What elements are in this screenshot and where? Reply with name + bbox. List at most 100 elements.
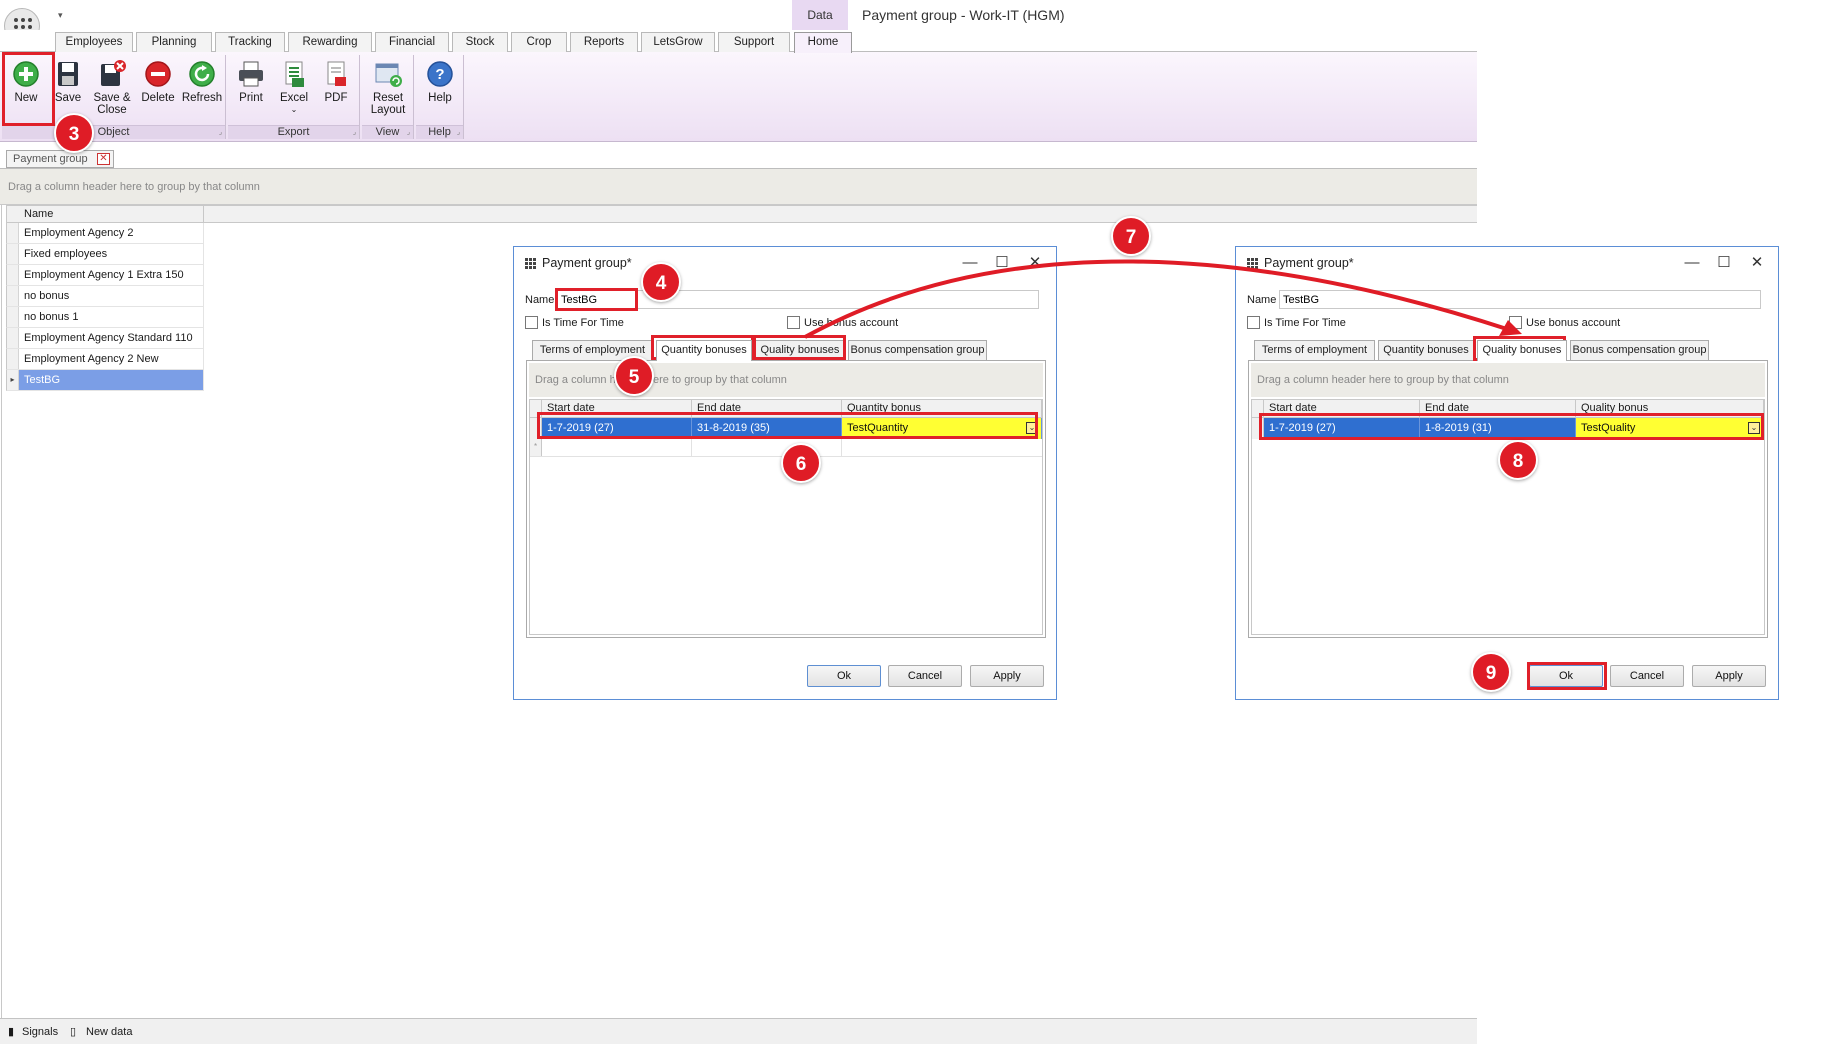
tab-reports[interactable]: Reports (570, 32, 638, 52)
highlight-new-button (2, 52, 55, 126)
tab-home[interactable]: Home (794, 32, 852, 53)
delete-icon (143, 59, 173, 89)
tab-quantity-bonuses[interactable]: Quantity bonuses (1378, 340, 1474, 360)
highlight-quantity-row (537, 412, 1038, 439)
name-label: Name (1247, 294, 1277, 306)
tab-letsgrow[interactable]: LetsGrow (641, 32, 715, 52)
tab-rewarding[interactable]: Rewarding (288, 32, 372, 52)
dialog-title: Payment group* (542, 256, 632, 270)
tab-quality-bonuses[interactable]: Quality bonuses (1477, 340, 1567, 361)
close-tab-icon[interactable]: ✕ (97, 153, 110, 165)
step-badge-7: 7 (1111, 216, 1151, 256)
save-button[interactable]: Save (50, 55, 86, 121)
name-field[interactable] (1279, 290, 1761, 309)
table-row[interactable]: no bonus (6, 286, 204, 307)
table-row[interactable]: no bonus 1 (6, 307, 204, 328)
ok-button[interactable]: Ok (807, 665, 881, 687)
tab-bonus-compensation-group[interactable]: Bonus compensation group (1570, 340, 1709, 360)
step-badge-9: 9 (1471, 652, 1511, 692)
step-badge-3: 3 (54, 113, 94, 153)
pdf-button[interactable]: PDF (316, 55, 356, 121)
tab-financial[interactable]: Financial (375, 32, 449, 52)
cancel-button[interactable]: Cancel (888, 665, 962, 687)
table-row[interactable]: Employment Agency Standard 110 (6, 328, 204, 349)
is-time-for-time-checkbox[interactable]: Is Time For Time (1247, 316, 1346, 329)
tab-stock[interactable]: Stock (452, 32, 508, 52)
quality-bonuses-panel: Drag a column header here to group by th… (1248, 360, 1768, 638)
tab-tracking[interactable]: Tracking (215, 32, 285, 52)
tab-crop[interactable]: Crop (511, 32, 567, 52)
use-bonus-account-checkbox[interactable]: Use bonus account (787, 316, 898, 329)
minimize-icon[interactable]: — (1677, 252, 1707, 274)
close-icon[interactable]: ✕ (1020, 252, 1050, 274)
quantity-bonuses-panel: Drag a column header here to group by th… (526, 360, 1046, 638)
excel-button[interactable]: Excel ⌄ (274, 55, 314, 121)
highlight-quality-row (1259, 413, 1764, 440)
ribbon-group-label-export: Export ⌟ (228, 125, 359, 139)
tab-support[interactable]: Support (718, 32, 790, 52)
quick-access-dropdown-icon[interactable]: ▾ (58, 10, 63, 21)
help-icon: ? (425, 59, 455, 89)
document-tab-payment-group[interactable]: Payment group ✕ (6, 150, 114, 168)
signals-icon: ▮ (8, 1026, 15, 1038)
delete-button[interactable]: Delete (138, 55, 178, 121)
highlight-ok-button (1527, 662, 1607, 690)
group-by-panel[interactable]: Drag a column header here to group by th… (0, 169, 1477, 205)
ribbon-tab-row: Employees Planning Tracking Rewarding Fi… (0, 30, 1477, 53)
name-label: Name (525, 294, 555, 306)
ribbon-group-export: Print Excel ⌄ PDF Export ⌟ (228, 55, 360, 139)
divider (1, 205, 2, 1018)
group-by-panel[interactable]: Drag a column header here to group by th… (1251, 363, 1765, 397)
pdf-icon (321, 59, 351, 89)
minimize-icon[interactable]: — (955, 252, 985, 274)
dialog-app-icon (1247, 258, 1259, 270)
excel-icon (279, 59, 309, 89)
print-button[interactable]: Print (232, 55, 270, 121)
table-row[interactable]: Fixed employees (6, 244, 204, 265)
window-title: Payment group - Work-IT (HGM) (862, 7, 1065, 23)
tab-quantity-bonuses[interactable]: Quantity bonuses (656, 340, 752, 361)
maximize-icon[interactable]: ☐ (987, 252, 1017, 274)
tab-planning[interactable]: Planning (136, 32, 212, 52)
step-badge-6: 6 (781, 443, 821, 483)
highlight-quality-tab (753, 335, 846, 360)
refresh-icon (187, 59, 217, 89)
use-bonus-account-checkbox[interactable]: Use bonus account (1509, 316, 1620, 329)
table-row[interactable]: Employment Agency 1 Extra 150 (6, 265, 204, 286)
save-close-button[interactable]: Save & Close (90, 55, 134, 121)
title-bar: ▾ Data Payment group - Work-IT (HGM) (0, 0, 1477, 44)
tab-employees[interactable]: Employees (55, 32, 133, 52)
column-header-name[interactable]: Name (6, 205, 204, 223)
cancel-button[interactable]: Cancel (1610, 665, 1684, 687)
apply-button[interactable]: Apply (970, 665, 1044, 687)
table-row[interactable]: Employment Agency 2 (6, 223, 204, 244)
dialog-app-icon (525, 258, 537, 270)
ribbon-group-label-help: Help ⌟ (416, 125, 463, 139)
excel-dropdown-icon: ⌄ (290, 105, 298, 114)
tab-terms-of-employment[interactable]: Terms of employment (1254, 340, 1375, 360)
status-signals[interactable]: Signals (22, 1026, 58, 1038)
maximize-icon[interactable]: ☐ (1709, 252, 1739, 274)
ribbon-group-help: ? Help Help ⌟ (416, 55, 464, 139)
step-badge-4: 4 (641, 262, 681, 302)
table-row-selected[interactable]: ▸ TestBG (6, 370, 204, 391)
close-icon[interactable]: ✕ (1742, 252, 1772, 274)
status-new-data[interactable]: New data (86, 1026, 132, 1038)
table-row[interactable]: Employment Agency 2 New Personel (6, 349, 204, 386)
reset-layout-button[interactable]: Reset Layout (366, 55, 410, 121)
apply-button[interactable]: Apply (1692, 665, 1766, 687)
ribbon: New Save Save & Close Delete Refresh Obj… (0, 52, 1477, 142)
save-close-icon (97, 59, 127, 89)
row-pointer-icon: ▸ (7, 370, 19, 390)
floppy-disk-icon (53, 59, 83, 89)
tab-bonus-compensation-group[interactable]: Bonus compensation group (848, 340, 987, 360)
help-button[interactable]: ? Help (420, 55, 460, 121)
ribbon-group-view: Reset Layout View ⌟ (362, 55, 414, 139)
group-by-panel[interactable]: Drag a column header here to group by th… (529, 363, 1043, 397)
refresh-button[interactable]: Refresh (180, 55, 224, 121)
step-badge-8: 8 (1498, 440, 1538, 480)
context-tab-data[interactable]: Data (792, 0, 848, 30)
is-time-for-time-checkbox[interactable]: Is Time For Time (525, 316, 624, 329)
payment-group-grid: Name Employment Agency 2 Fixed employees… (6, 205, 204, 391)
ribbon-group-label-view: View ⌟ (362, 125, 413, 139)
